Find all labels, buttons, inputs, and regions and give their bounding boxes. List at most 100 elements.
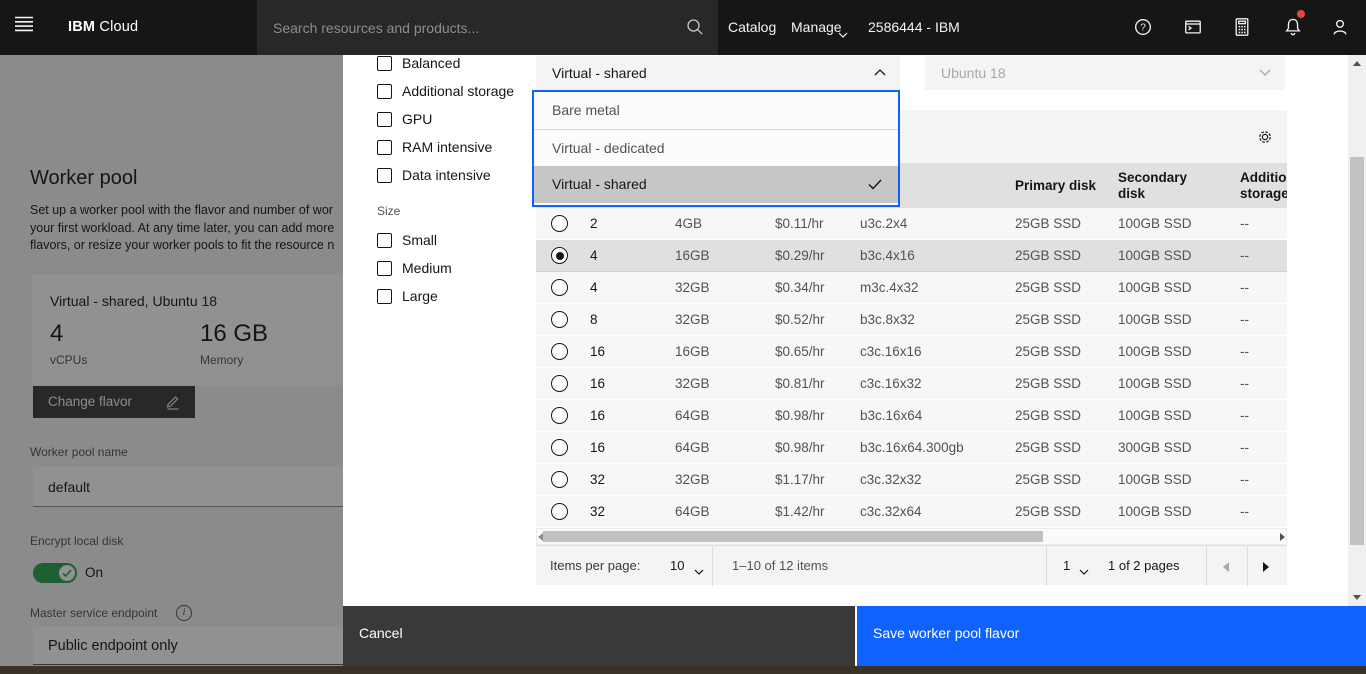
nav-account-name[interactable]: 2586444 - IBM	[868, 0, 960, 55]
radio-icon[interactable]	[551, 407, 568, 424]
type-filter-gpu[interactable]: GPU	[377, 109, 432, 129]
menu-option-virtual-dedicated[interactable]: Virtual - dedicated	[534, 129, 898, 166]
notification-dot	[1297, 10, 1305, 18]
checkbox-label: Additional storage	[402, 83, 514, 99]
cell-additional-storage: --	[1240, 496, 1249, 527]
flavor-row-c3c.32x32[interactable]: 3232GB$1.17/hrc3c.32x3225GB SSD100GB SSD…	[536, 464, 1287, 496]
cell-primary-disk: 25GB SSD	[1015, 432, 1081, 463]
checkbox-unchecked-icon[interactable]	[377, 112, 392, 127]
flavor-row-b3c.4x16[interactable]: 416GB$0.29/hrb3c.4x1625GB SSD100GB SSD--	[536, 240, 1287, 272]
cell-additional-storage: --	[1240, 464, 1249, 495]
cell-ram: 64GB	[675, 400, 710, 431]
type-filter-data-intensive[interactable]: Data intensive	[377, 165, 491, 185]
previous-page-button[interactable]	[1207, 546, 1247, 586]
radio-icon[interactable]	[551, 343, 568, 360]
cell-secondary-disk: 100GB SSD	[1118, 336, 1192, 367]
search-icon[interactable]	[686, 18, 704, 41]
flavor-row-b3c.8x32[interactable]: 832GB$0.52/hrb3c.8x3225GB SSD100GB SSD--	[536, 304, 1287, 336]
table-horizontal-scrollbar[interactable]	[536, 528, 1287, 545]
flavor-row-b3c.16x64[interactable]: 1664GB$0.98/hrb3c.16x6425GB SSD100GB SSD…	[536, 400, 1287, 432]
os-select-value: Ubuntu 18	[925, 65, 1006, 81]
cell-primary-disk: 25GB SSD	[1015, 368, 1081, 399]
scroll-up-arrow-icon[interactable]	[1353, 61, 1361, 66]
checkbox-unchecked-icon[interactable]	[377, 56, 392, 71]
radio-selected-icon[interactable]	[551, 247, 568, 264]
menu-option-label: Virtual - dedicated	[552, 140, 665, 156]
vertical-scroll-thumb[interactable]	[1350, 157, 1364, 545]
scroll-down-arrow-icon[interactable]	[1353, 595, 1361, 600]
settings-gear-icon[interactable]	[1257, 129, 1273, 145]
cell-price: $0.52/hr	[775, 304, 825, 335]
radio-icon[interactable]	[551, 503, 568, 520]
top-nav: IBM Cloud Catalog Manage 2586444 - IBM ?	[0, 0, 1366, 55]
cell-ram: 32GB	[675, 304, 710, 335]
radio-icon[interactable]	[551, 279, 568, 296]
radio-icon[interactable]	[551, 439, 568, 456]
chevron-down-icon	[694, 563, 704, 578]
next-page-button[interactable]	[1247, 546, 1287, 586]
items-per-page-select[interactable]: 10	[670, 546, 684, 586]
checkbox-unchecked-icon[interactable]	[377, 168, 392, 183]
cell-price: $0.29/hr	[775, 240, 825, 271]
flavor-row-b3c.16x64.300gb[interactable]: 1664GB$0.98/hrb3c.16x64.300gb25GB SSD300…	[536, 432, 1287, 464]
radio-icon[interactable]	[551, 215, 568, 232]
menu-option-virtual-shared[interactable]: Virtual - shared	[534, 166, 898, 203]
flavor-row-u3c.2x4[interactable]: 24GB$0.11/hru3c.2x425GB SSD100GB SSD--	[536, 208, 1287, 240]
cell-price: $0.98/hr	[775, 400, 825, 431]
notifications-icon[interactable]	[1283, 17, 1303, 37]
cell-name: b3c.16x64	[860, 400, 922, 431]
cell-name: c3c.16x16	[860, 336, 922, 367]
header-additional-storage: Additional storage	[1240, 170, 1287, 202]
os-select-disabled: Ubuntu 18	[925, 56, 1285, 90]
chevron-down-icon	[1079, 563, 1089, 578]
checkbox-label: Small	[402, 232, 437, 248]
brand-logo[interactable]: IBM Cloud	[68, 0, 138, 55]
cell-name: u3c.2x4	[860, 208, 907, 239]
type-filter-balanced[interactable]: Balanced	[377, 53, 460, 73]
cell-name: b3c.4x16	[860, 240, 915, 271]
cancel-button[interactable]: Cancel	[343, 606, 855, 666]
size-filter-small[interactable]: Small	[377, 230, 437, 250]
cost-estimator-icon[interactable]	[1232, 17, 1252, 37]
menu-option-bare-metal[interactable]: Bare metal	[534, 92, 898, 129]
caret-left-icon	[1223, 562, 1229, 572]
cell-cpu: 32	[590, 464, 605, 495]
checkbox-unchecked-icon[interactable]	[377, 289, 392, 304]
cell-price: $0.11/hr	[775, 208, 824, 239]
checkbox-unchecked-icon[interactable]	[377, 84, 392, 99]
size-filter-medium[interactable]: Medium	[377, 258, 452, 278]
cell-primary-disk: 25GB SSD	[1015, 496, 1081, 527]
checkmark-icon	[868, 179, 882, 190]
nav-link-catalog[interactable]: Catalog	[728, 0, 776, 55]
horizontal-scroll-thumb[interactable]	[543, 531, 1043, 542]
flavor-row-c3c.32x64[interactable]: 3264GB$1.42/hrc3c.32x6425GB SSD100GB SSD…	[536, 496, 1287, 528]
checkbox-unchecked-icon[interactable]	[377, 233, 392, 248]
nav-link-manage[interactable]: Manage	[791, 0, 842, 55]
hamburger-menu-icon[interactable]	[14, 16, 42, 40]
checkbox-unchecked-icon[interactable]	[377, 261, 392, 276]
search-input[interactable]	[273, 0, 673, 55]
cloud-shell-icon[interactable]	[1183, 17, 1203, 37]
checkbox-label: GPU	[402, 111, 432, 127]
help-icon[interactable]: ?	[1133, 17, 1153, 37]
radio-icon[interactable]	[551, 375, 568, 392]
divider	[1046, 546, 1047, 586]
flavor-row-m3c.4x32[interactable]: 432GB$0.34/hrm3c.4x3225GB SSD100GB SSD--	[536, 272, 1287, 304]
scroll-right-arrow-icon[interactable]	[1280, 533, 1285, 541]
cell-price: $0.98/hr	[775, 432, 825, 463]
profile-avatar-icon[interactable]	[1330, 17, 1350, 37]
checkbox-unchecked-icon[interactable]	[377, 140, 392, 155]
size-filter-large[interactable]: Large	[377, 286, 438, 306]
radio-icon[interactable]	[551, 471, 568, 488]
flavor-row-c3c.16x16[interactable]: 1616GB$0.65/hrc3c.16x1625GB SSD100GB SSD…	[536, 336, 1287, 368]
modal-vertical-scrollbar[interactable]	[1348, 55, 1366, 606]
type-filter-additional-storage[interactable]: Additional storage	[377, 81, 514, 101]
cell-primary-disk: 25GB SSD	[1015, 304, 1081, 335]
flavor-type-select[interactable]: Virtual - shared	[536, 56, 900, 90]
radio-icon[interactable]	[551, 311, 568, 328]
flavor-row-c3c.16x32[interactable]: 1632GB$0.81/hrc3c.16x3225GB SSD100GB SSD…	[536, 368, 1287, 400]
cell-price: $1.17/hr	[775, 464, 825, 495]
save-worker-pool-flavor-button[interactable]: Save worker pool flavor	[857, 606, 1366, 666]
type-filter-ram-intensive[interactable]: RAM intensive	[377, 137, 492, 157]
page-number-select[interactable]: 1	[1063, 546, 1070, 586]
